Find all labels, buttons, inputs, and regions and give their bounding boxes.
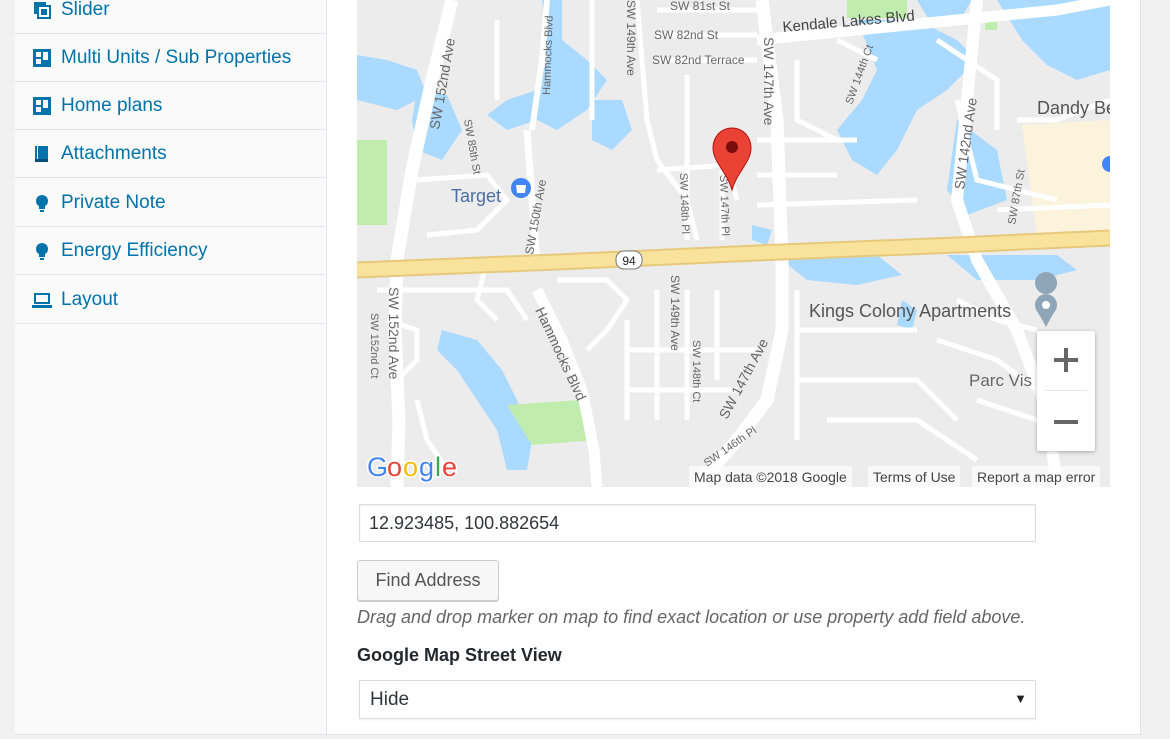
svg-text:G: G xyxy=(367,452,388,482)
minus-icon xyxy=(1054,420,1078,424)
sidebar-item-label: Attachments xyxy=(61,142,167,164)
street-label: SW 81st St xyxy=(670,0,731,13)
slider-icon xyxy=(32,0,52,20)
map-hint-text: Drag and drop marker on map to find exac… xyxy=(357,607,1026,627)
commercial-area xyxy=(1022,120,1110,235)
sidebar-item-label: Private Note xyxy=(61,191,166,213)
lightbulb-icon xyxy=(32,193,52,213)
layout-grid-icon xyxy=(32,96,52,116)
map-canvas[interactable]: 94 Kendale Lakes Blvd SW 81st St SW 82nd… xyxy=(357,0,1110,487)
svg-text:g: g xyxy=(419,452,434,482)
street-view-select[interactable]: Hide ▼ xyxy=(359,680,1036,719)
dropdown-arrow-icon: ▼ xyxy=(1014,691,1027,706)
street-label: SW 147th Pl xyxy=(717,175,731,237)
sidebar-item-private-note[interactable]: Private Note xyxy=(15,179,325,227)
sidebar-item-energy-efficiency[interactable]: Energy Efficiency xyxy=(15,227,325,275)
street-label: SW 152nd Ave xyxy=(386,287,402,380)
sidebar-item-label: Layout xyxy=(61,288,119,310)
sidebar-item-attachments[interactable]: Attachments xyxy=(15,130,325,178)
street-label: SW 149th Ave xyxy=(668,275,682,351)
street-label: SW 147th Ave xyxy=(761,37,777,126)
coordinates-input[interactable] xyxy=(359,504,1036,542)
street-label: SW 82nd Terrace xyxy=(652,53,745,67)
sidebar-item-slider[interactable]: Slider xyxy=(15,0,325,34)
zoom-out-button[interactable] xyxy=(1037,393,1095,451)
location-map[interactable]: 94 Kendale Lakes Blvd SW 81st St SW 82nd… xyxy=(357,0,1110,487)
svg-text:e: e xyxy=(442,452,457,482)
street-label: SW 152nd Ct xyxy=(368,313,380,378)
sidebar-item-multi-units[interactable]: Multi Units / Sub Properties xyxy=(15,34,325,82)
poi-label: Kings Colony Apartments xyxy=(809,301,1011,321)
sidebar-item-label: Energy Efficiency xyxy=(61,239,208,261)
sidebar-tabs: Slider Multi Units / Sub Properties Home… xyxy=(15,0,327,738)
book-icon xyxy=(32,144,52,164)
zoom-in-button[interactable] xyxy=(1037,331,1095,389)
sidebar-item-label: Home plans xyxy=(61,94,163,116)
park xyxy=(357,140,387,225)
street-label: SW 82nd St xyxy=(654,28,719,42)
svg-text:l: l xyxy=(435,452,441,482)
zoom-divider xyxy=(1045,390,1087,391)
google-logo: G o o g l e xyxy=(366,449,462,485)
sidebar-item-home-plans[interactable]: Home plans xyxy=(15,82,325,130)
street-view-label: Google Map Street View xyxy=(357,645,562,665)
poi-label: Target xyxy=(451,186,501,206)
street-label: SW 149th Ave xyxy=(624,0,638,76)
route-number: 94 xyxy=(622,254,636,268)
sidebar-item-label: Multi Units / Sub Properties xyxy=(61,46,292,68)
street-label: SW 148th Pl xyxy=(677,173,691,235)
laptop-icon xyxy=(32,290,52,310)
map-data-attribution: Map data ©2018 Google xyxy=(689,466,852,487)
shopping-pin-icon xyxy=(511,178,531,198)
sidebar-item-label: Slider xyxy=(61,0,110,20)
find-address-button[interactable]: Find Address xyxy=(357,560,499,601)
svg-text:o: o xyxy=(387,452,402,482)
plus-icon xyxy=(1054,348,1078,372)
layout-grid-icon xyxy=(32,48,52,68)
svg-text:o: o xyxy=(403,452,418,482)
sidebar-item-layout[interactable]: Layout xyxy=(15,276,325,324)
street-view-selected-value: Hide xyxy=(370,688,410,710)
poi-label: Dandy Be xyxy=(1037,98,1110,118)
map-zoom-control xyxy=(1037,331,1095,451)
panel-bottom-border xyxy=(15,734,1141,739)
street-label: SW 148th Ct xyxy=(690,340,702,402)
map-terms-link[interactable]: Terms of Use xyxy=(868,466,961,487)
map-report-error-link[interactable]: Report a map error xyxy=(972,466,1101,487)
poi-label: Parc Vis xyxy=(969,371,1032,390)
lightbulb-icon xyxy=(32,241,52,261)
